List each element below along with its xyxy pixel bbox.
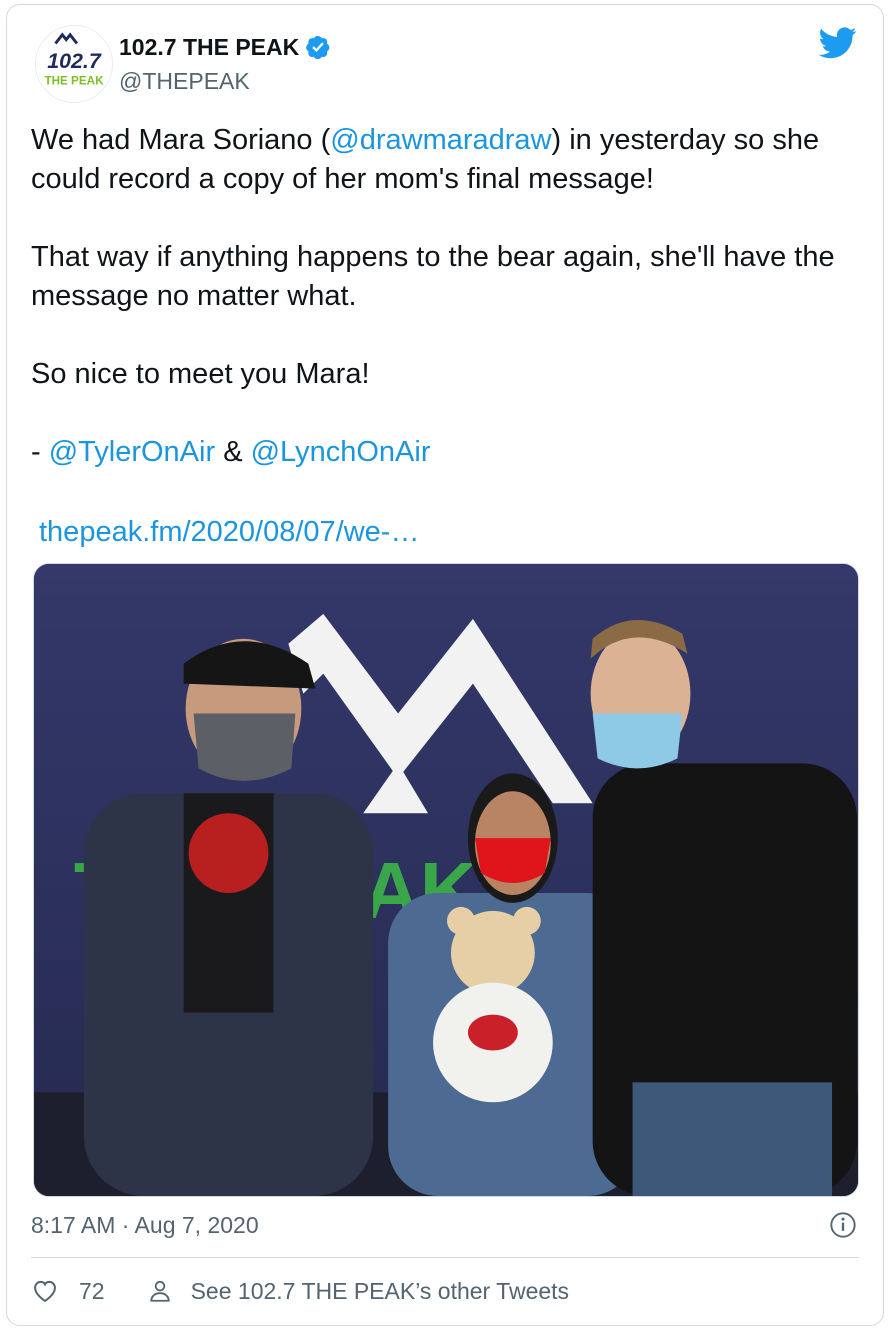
tweet-link[interactable]: thepeak.fm/2020/08/07/we-… xyxy=(39,513,419,552)
mention-lynchonair[interactable]: @LynchOnAir xyxy=(251,436,431,468)
divider xyxy=(31,1257,859,1258)
info-icon[interactable] xyxy=(829,1211,857,1239)
photo-illustration: THE PEAK xyxy=(34,564,858,1196)
handle[interactable]: @THEPEAK xyxy=(119,67,250,95)
verified-icon xyxy=(306,35,330,60)
see-other-tweets-link[interactable]: See 102.7 THE PEAK’s other Tweets xyxy=(191,1278,569,1305)
mention-tyleronair[interactable]: @TylerOnAir xyxy=(49,436,215,468)
text-segment: - xyxy=(31,436,49,468)
svg-text:THE PEAK: THE PEAK xyxy=(44,74,104,87)
twitter-icon[interactable] xyxy=(819,27,857,59)
text-segment: & xyxy=(215,436,251,468)
mention-drawmaradraw[interactable]: @drawmaradraw xyxy=(330,124,551,156)
svg-text:102.7: 102.7 xyxy=(47,49,102,73)
tweet-signature: - @TylerOnAir & @LynchOnAir xyxy=(31,433,871,472)
tweet-paragraph-1: We had Mara Soriano (@drawmaradraw) in y… xyxy=(31,121,871,199)
person-icon xyxy=(150,1280,170,1302)
tweet-timestamp[interactable]: 8:17 AM · Aug 7, 2020 xyxy=(31,1211,259,1239)
tweet-paragraph-3: So nice to meet you Mara! xyxy=(31,358,370,390)
avatar[interactable]: 102.7 THE PEAK xyxy=(35,25,113,103)
display-name-text[interactable]: 102.7 THE PEAK xyxy=(119,33,299,61)
peak-logo: 102.7 THE PEAK xyxy=(36,26,112,102)
tweet-text: We had Mara Soriano (@drawmaradraw) in y… xyxy=(31,121,871,472)
text-segment: We had Mara Soriano ( xyxy=(31,124,331,156)
heart-icon[interactable] xyxy=(31,1277,59,1305)
tweet-paragraph-2: That way if anything happens to the bear… xyxy=(31,241,835,312)
tweet-photo[interactable]: THE PEAK xyxy=(33,563,859,1197)
like-count[interactable]: 72 xyxy=(79,1278,105,1305)
tweet-card[interactable]: 102.7 THE PEAK 102.7 THE PEAK @THEPEAK W… xyxy=(6,4,884,1326)
display-name[interactable]: 102.7 THE PEAK xyxy=(119,33,331,61)
action-bar: 72 See 102.7 THE PEAK’s other Tweets xyxy=(31,1275,569,1307)
